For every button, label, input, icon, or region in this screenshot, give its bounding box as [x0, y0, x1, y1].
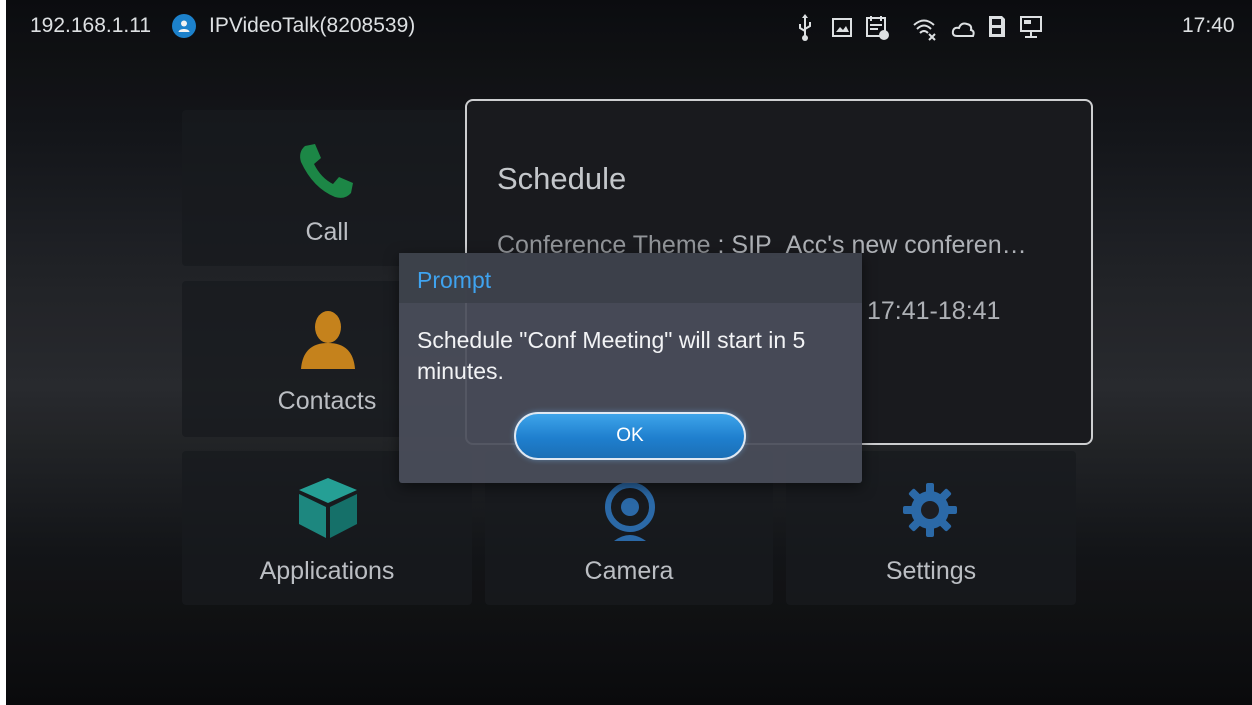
ok-button[interactable]: OK [514, 412, 746, 460]
prompt-dialog: Prompt Schedule "Conf Meeting" will star… [399, 253, 862, 483]
dialog-title: Prompt [417, 267, 492, 293]
dialog-message: Schedule "Conf Meeting" will start in 5 … [417, 327, 806, 384]
dialog-header: Prompt [399, 253, 862, 303]
screen: 192.168.1.11 IPVideoTalk(8208539) 17:40 … [6, 0, 1252, 705]
